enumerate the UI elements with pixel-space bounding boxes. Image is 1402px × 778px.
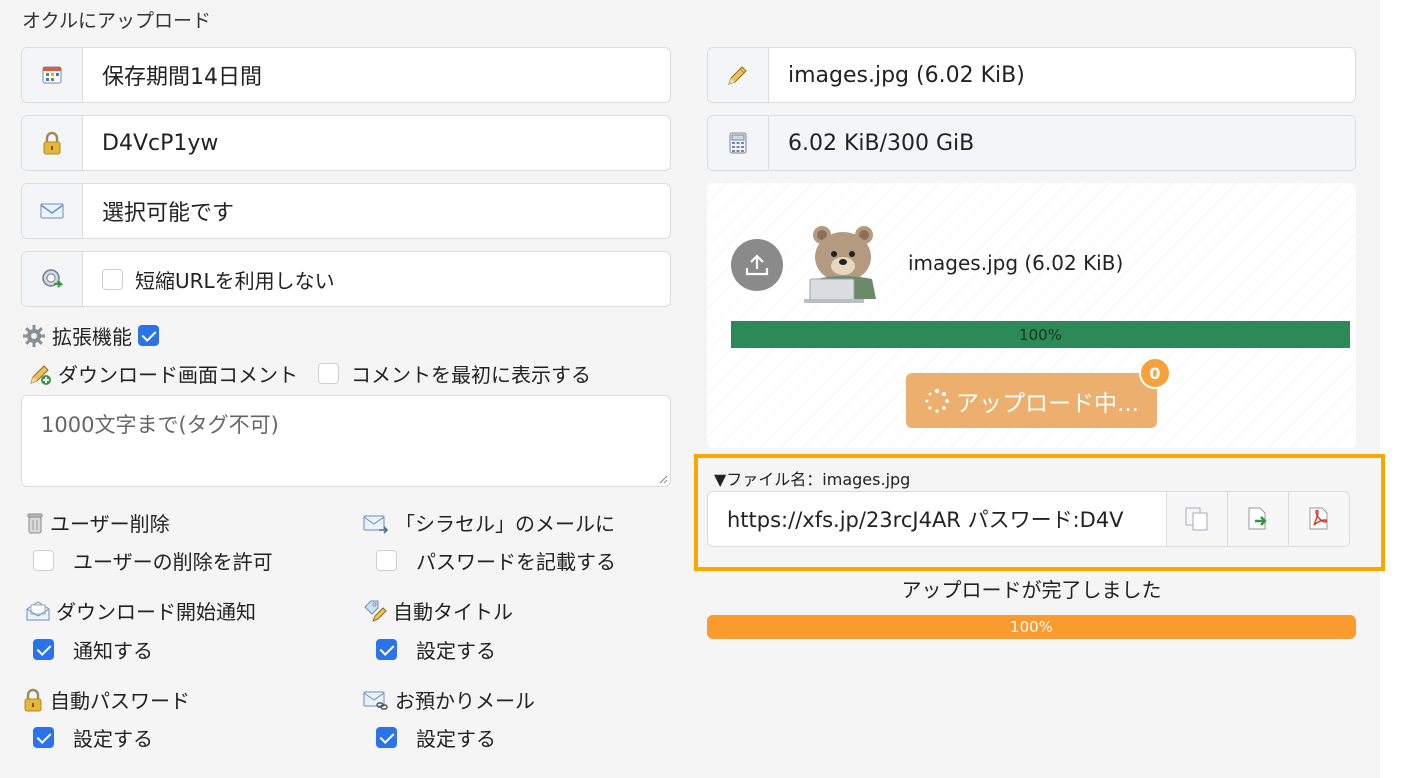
upload-count-badge: 0 (1139, 357, 1171, 389)
page-title: オクルにアップロード (22, 10, 212, 32)
extensions-checkbox[interactable] (138, 325, 159, 346)
uploading-label: アップロード中... (956, 390, 1139, 417)
tag-edit-icon (363, 599, 387, 623)
download-comment-label: ダウンロード画面コメント (58, 363, 298, 387)
mail-icon (22, 184, 83, 238)
upload-filename: images.jpg (6.02 KiB) (908, 251, 1124, 275)
option-user-delete[interactable]: ユーザーの削除を許可 (33, 546, 273, 575)
export-icon (1248, 507, 1267, 530)
upload-complete-text: アップロードが完了しました (901, 578, 1162, 602)
copy-icon (1185, 507, 1208, 531)
short-url-label: 短縮URLを利用しない (135, 268, 335, 293)
bear-at-laptop-image (804, 226, 876, 303)
option-auto-password[interactable]: 設定する (33, 723, 153, 752)
lock-icon (22, 116, 83, 170)
quota-field: 6.02 KiB/300 GiB (707, 115, 1356, 171)
file-field[interactable]: images.jpg (6.02 KiB) (707, 47, 1356, 103)
shirasel-mail-checkbox[interactable] (376, 550, 397, 571)
file-value: images.jpg (6.02 KiB) (788, 62, 1025, 88)
result-filename-label: ▼ファイル名：images.jpg (714, 470, 911, 489)
final-progress-bar: 100% (707, 615, 1356, 639)
short-url-option[interactable]: 短縮URLを利用しない (83, 252, 670, 306)
short-url-field[interactable]: 短縮URLを利用しない (21, 251, 671, 307)
comment-placeholder: 1000文字まで(タグ不可) (41, 413, 279, 437)
option-shirasel-mail[interactable]: パスワードを記載する (376, 546, 616, 575)
download-comment-row: ダウンロード画面コメント コメントを最初に表示する (28, 359, 591, 388)
export-button[interactable] (1227, 492, 1288, 546)
upload-card: images.jpg (6.02 KiB) 100% アップロード中... 0 (707, 183, 1356, 448)
option-title-user-delete: ユーザー削除 (26, 508, 170, 537)
option-title-auto-title: 自動タイトル (363, 596, 513, 625)
option-title-download-notify: ダウンロード開始通知 (26, 596, 256, 625)
mail-open-icon (26, 600, 50, 622)
spinner-icon (925, 388, 949, 413)
short-url-checkbox[interactable] (102, 268, 123, 290)
mail-value: 選択可能です (102, 201, 235, 226)
pencil-add-icon (28, 362, 52, 386)
option-title-auto-password: 自動パスワード (22, 685, 190, 714)
lock-icon (22, 688, 44, 712)
upload-icon[interactable] (731, 239, 783, 291)
auto-title-checkbox[interactable] (376, 639, 397, 660)
retention-value: 保存期間14日間 (102, 65, 262, 90)
user-delete-checkbox[interactable] (33, 550, 54, 571)
password-field[interactable]: D4VcP1yw (21, 115, 671, 171)
result-url-field[interactable]: https://xfs.jp/23rcJ4AR パスワード:D4V (707, 491, 1350, 547)
calendar-icon (22, 48, 83, 102)
mail-arrow-icon (363, 512, 389, 534)
uploading-button[interactable]: アップロード中... (906, 373, 1157, 428)
option-deposit-mail[interactable]: 設定する (376, 723, 496, 752)
upload-panel: オクルにアップロード 保存期間14日間 D4VcP1yw 選択可能です 短縮UR… (0, 0, 1385, 778)
download-notify-checkbox[interactable] (33, 639, 54, 660)
link-refresh-icon (22, 252, 83, 306)
quota-value: 6.02 KiB/300 GiB (769, 116, 1355, 170)
resize-grip-icon[interactable] (658, 474, 668, 484)
deposit-mail-checkbox[interactable] (376, 727, 397, 748)
calculator-icon (708, 116, 769, 170)
trash-icon (26, 512, 44, 534)
result-url-text[interactable]: https://xfs.jp/23rcJ4AR パスワード:D4V (708, 492, 1166, 546)
pencil-icon (708, 48, 769, 102)
mail-link-icon (363, 689, 389, 711)
pdf-button[interactable] (1288, 492, 1349, 546)
comment-textarea[interactable]: 1000文字まで(タグ不可) (21, 395, 671, 487)
pdf-icon (1309, 507, 1328, 530)
password-value: D4VcP1yw (102, 130, 219, 156)
comment-first-label: コメントを最初に表示する (351, 363, 591, 387)
gear-icon (22, 324, 46, 348)
retention-field[interactable]: 保存期間14日間 (21, 47, 671, 103)
upload-progress-label: 100% (1019, 325, 1062, 344)
option-auto-title[interactable]: 設定する (376, 635, 496, 664)
option-download-notify[interactable]: 通知する (33, 635, 153, 664)
mail-field[interactable]: 選択可能です (21, 183, 671, 239)
option-title-shirasel-mail: 「シラセル」のメールに (363, 508, 615, 537)
final-progress-label: 100% (1010, 618, 1053, 636)
auto-password-checkbox[interactable] (33, 727, 54, 748)
option-title-deposit-mail: お預かりメール (363, 685, 535, 714)
extensions-row: 拡張機能 (22, 321, 159, 350)
comment-first-checkbox[interactable] (318, 363, 339, 384)
extensions-label: 拡張機能 (52, 325, 132, 349)
upload-progress-bar: 100% (731, 321, 1350, 348)
copy-button[interactable] (1166, 492, 1227, 546)
